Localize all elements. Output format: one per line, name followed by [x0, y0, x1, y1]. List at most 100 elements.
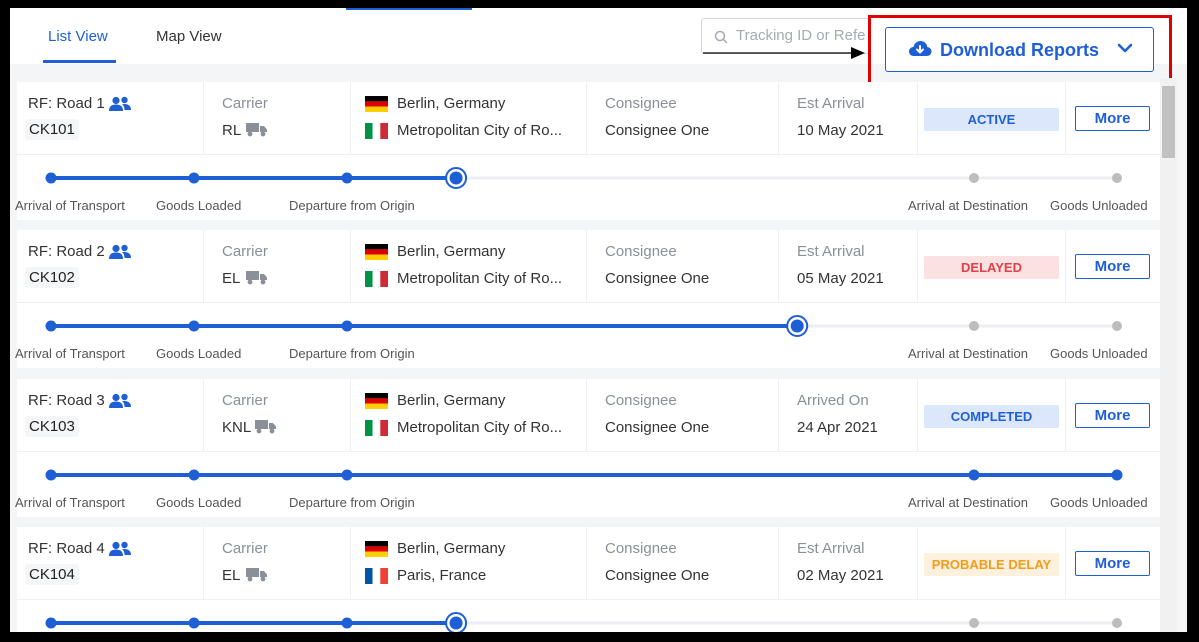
- stage-label: Goods Loaded: [156, 495, 242, 510]
- stage-label: Departure from Origin: [289, 346, 415, 361]
- stage-node: [341, 320, 353, 332]
- truck-icon: [246, 123, 267, 137]
- column-divider: [203, 527, 204, 599]
- arrival-date: 05 May 2021: [797, 270, 884, 287]
- consignee-label: Consignee: [605, 540, 677, 557]
- shipment-info-row: RF: Road 4 CK104 Carrier EL Berlin, Germany P…: [17, 527, 1160, 600]
- active-tab-indicator: [43, 60, 116, 63]
- shipment-card: RF: Road 4 CK104 Carrier EL Berlin, Germany P…: [17, 527, 1160, 632]
- stage-node: [969, 618, 979, 628]
- top-accent-bar: [346, 8, 472, 10]
- column-divider: [778, 230, 779, 302]
- consignee-label: Consignee: [605, 95, 677, 112]
- shipment-card: RF: Road 2 CK102 Carrier EL Berlin, Germany M…: [15, 230, 1160, 368]
- scrollbar-thumb[interactable]: [1162, 86, 1175, 158]
- column-divider: [778, 527, 779, 599]
- consignee-value: Consignee One: [605, 270, 710, 287]
- more-button[interactable]: More: [1075, 403, 1150, 428]
- stage-node: [341, 172, 353, 184]
- stage-label: Goods Loaded: [156, 346, 242, 361]
- column-divider: [778, 82, 779, 154]
- people-icon: [109, 541, 131, 556]
- column-divider: [350, 527, 351, 599]
- carrier-value: EL: [222, 270, 241, 287]
- consignee-label: Consignee: [605, 392, 677, 409]
- stage-node: [45, 469, 57, 481]
- progress-track: [45, 315, 1122, 337]
- consignee-label: Consignee: [605, 243, 677, 260]
- stage-node: [45, 617, 57, 629]
- highlight-box: [868, 15, 1172, 85]
- arrival-label: Arrived On: [797, 392, 869, 409]
- more-button[interactable]: More: [1075, 106, 1150, 131]
- current-position-dot: [790, 319, 804, 333]
- stage-node: [968, 469, 980, 481]
- stage-node: [188, 320, 200, 332]
- stage-node: [1112, 618, 1122, 628]
- scrollbar[interactable]: [1160, 78, 1177, 632]
- column-divider: [1065, 82, 1066, 154]
- tracking-id: CK103: [25, 416, 79, 437]
- status-badge: DELAYED: [924, 256, 1059, 279]
- carrier-label: Carrier: [222, 243, 268, 260]
- tracking-id: CK101: [25, 119, 79, 140]
- stage-node: [45, 320, 57, 332]
- column-divider: [586, 82, 587, 154]
- shipment-progress: Arrival of Transport Goods Loaded Departur…: [15, 154, 1160, 220]
- stage-node: [188, 469, 200, 481]
- status-badge: ACTIVE: [924, 108, 1059, 131]
- stage-label: Goods Unloaded: [1050, 346, 1148, 361]
- arrival-label: Est Arrival: [797, 540, 865, 557]
- people-icon: [109, 96, 131, 111]
- origin-location: Berlin, Germany: [397, 243, 506, 260]
- more-button[interactable]: More: [1075, 254, 1150, 279]
- shipment-card: RF: Road 1 CK101 Carrier RL Berlin, Germany M…: [15, 82, 1160, 220]
- truck-icon: [246, 568, 267, 582]
- app-frame: List View Map View Download Reports RF: …: [10, 8, 1187, 632]
- more-button[interactable]: More: [1075, 551, 1150, 576]
- stage-label: Departure from Origin: [289, 198, 415, 213]
- status-badge: PROBABLE DELAY: [924, 553, 1059, 576]
- shipment-reference: RF: Road 1: [28, 95, 105, 112]
- progress-track: [45, 167, 1122, 189]
- italy-flag-icon: [365, 271, 388, 287]
- germany-flag-icon: [365, 244, 388, 260]
- tab-list-view[interactable]: List View: [48, 28, 108, 45]
- shipment-info-row: RF: Road 3 CK103 Carrier KNL Berlin, Germany…: [17, 379, 1160, 452]
- current-position-dot: [449, 171, 463, 185]
- italy-flag-icon: [365, 420, 388, 436]
- stage-node: [341, 617, 353, 629]
- column-divider: [917, 82, 918, 154]
- column-divider: [350, 230, 351, 302]
- arrival-date: 24 Apr 2021: [797, 419, 878, 436]
- consignee-value: Consignee One: [605, 122, 710, 139]
- destination-location: Metropolitan City of Ro...: [397, 270, 563, 287]
- arrival-date: 02 May 2021: [797, 567, 884, 584]
- truck-icon: [255, 420, 276, 434]
- stage-label: Goods Loaded: [156, 198, 242, 213]
- stage-node: [1112, 321, 1122, 331]
- stage-label: Arrival at Destination: [908, 495, 1028, 510]
- column-divider: [778, 379, 779, 451]
- search-input[interactable]: [734, 26, 873, 45]
- consignee-value: Consignee One: [605, 567, 710, 584]
- shipment-reference: RF: Road 2: [28, 243, 105, 260]
- germany-flag-icon: [365, 541, 388, 557]
- tab-map-view[interactable]: Map View: [156, 28, 222, 45]
- germany-flag-icon: [365, 96, 388, 112]
- carrier-value: KNL: [222, 419, 252, 436]
- shipment-card: RF: Road 3 CK103 Carrier KNL Berlin, Germany…: [15, 379, 1160, 517]
- carrier-label: Carrier: [222, 540, 268, 557]
- shipment-info-row: RF: Road 1 CK101 Carrier RL Berlin, Germany M…: [17, 82, 1160, 155]
- tracking-id: CK104: [25, 564, 79, 585]
- stage-node: [1111, 469, 1123, 481]
- germany-flag-icon: [365, 393, 388, 409]
- france-flag-icon: [365, 568, 388, 584]
- column-divider: [203, 230, 204, 302]
- carrier-label: Carrier: [222, 95, 268, 112]
- progress-track: [45, 612, 1122, 632]
- column-divider: [917, 527, 918, 599]
- stage-label: Arrival of Transport: [15, 198, 125, 213]
- stage-node: [341, 469, 353, 481]
- origin-location: Berlin, Germany: [397, 95, 506, 112]
